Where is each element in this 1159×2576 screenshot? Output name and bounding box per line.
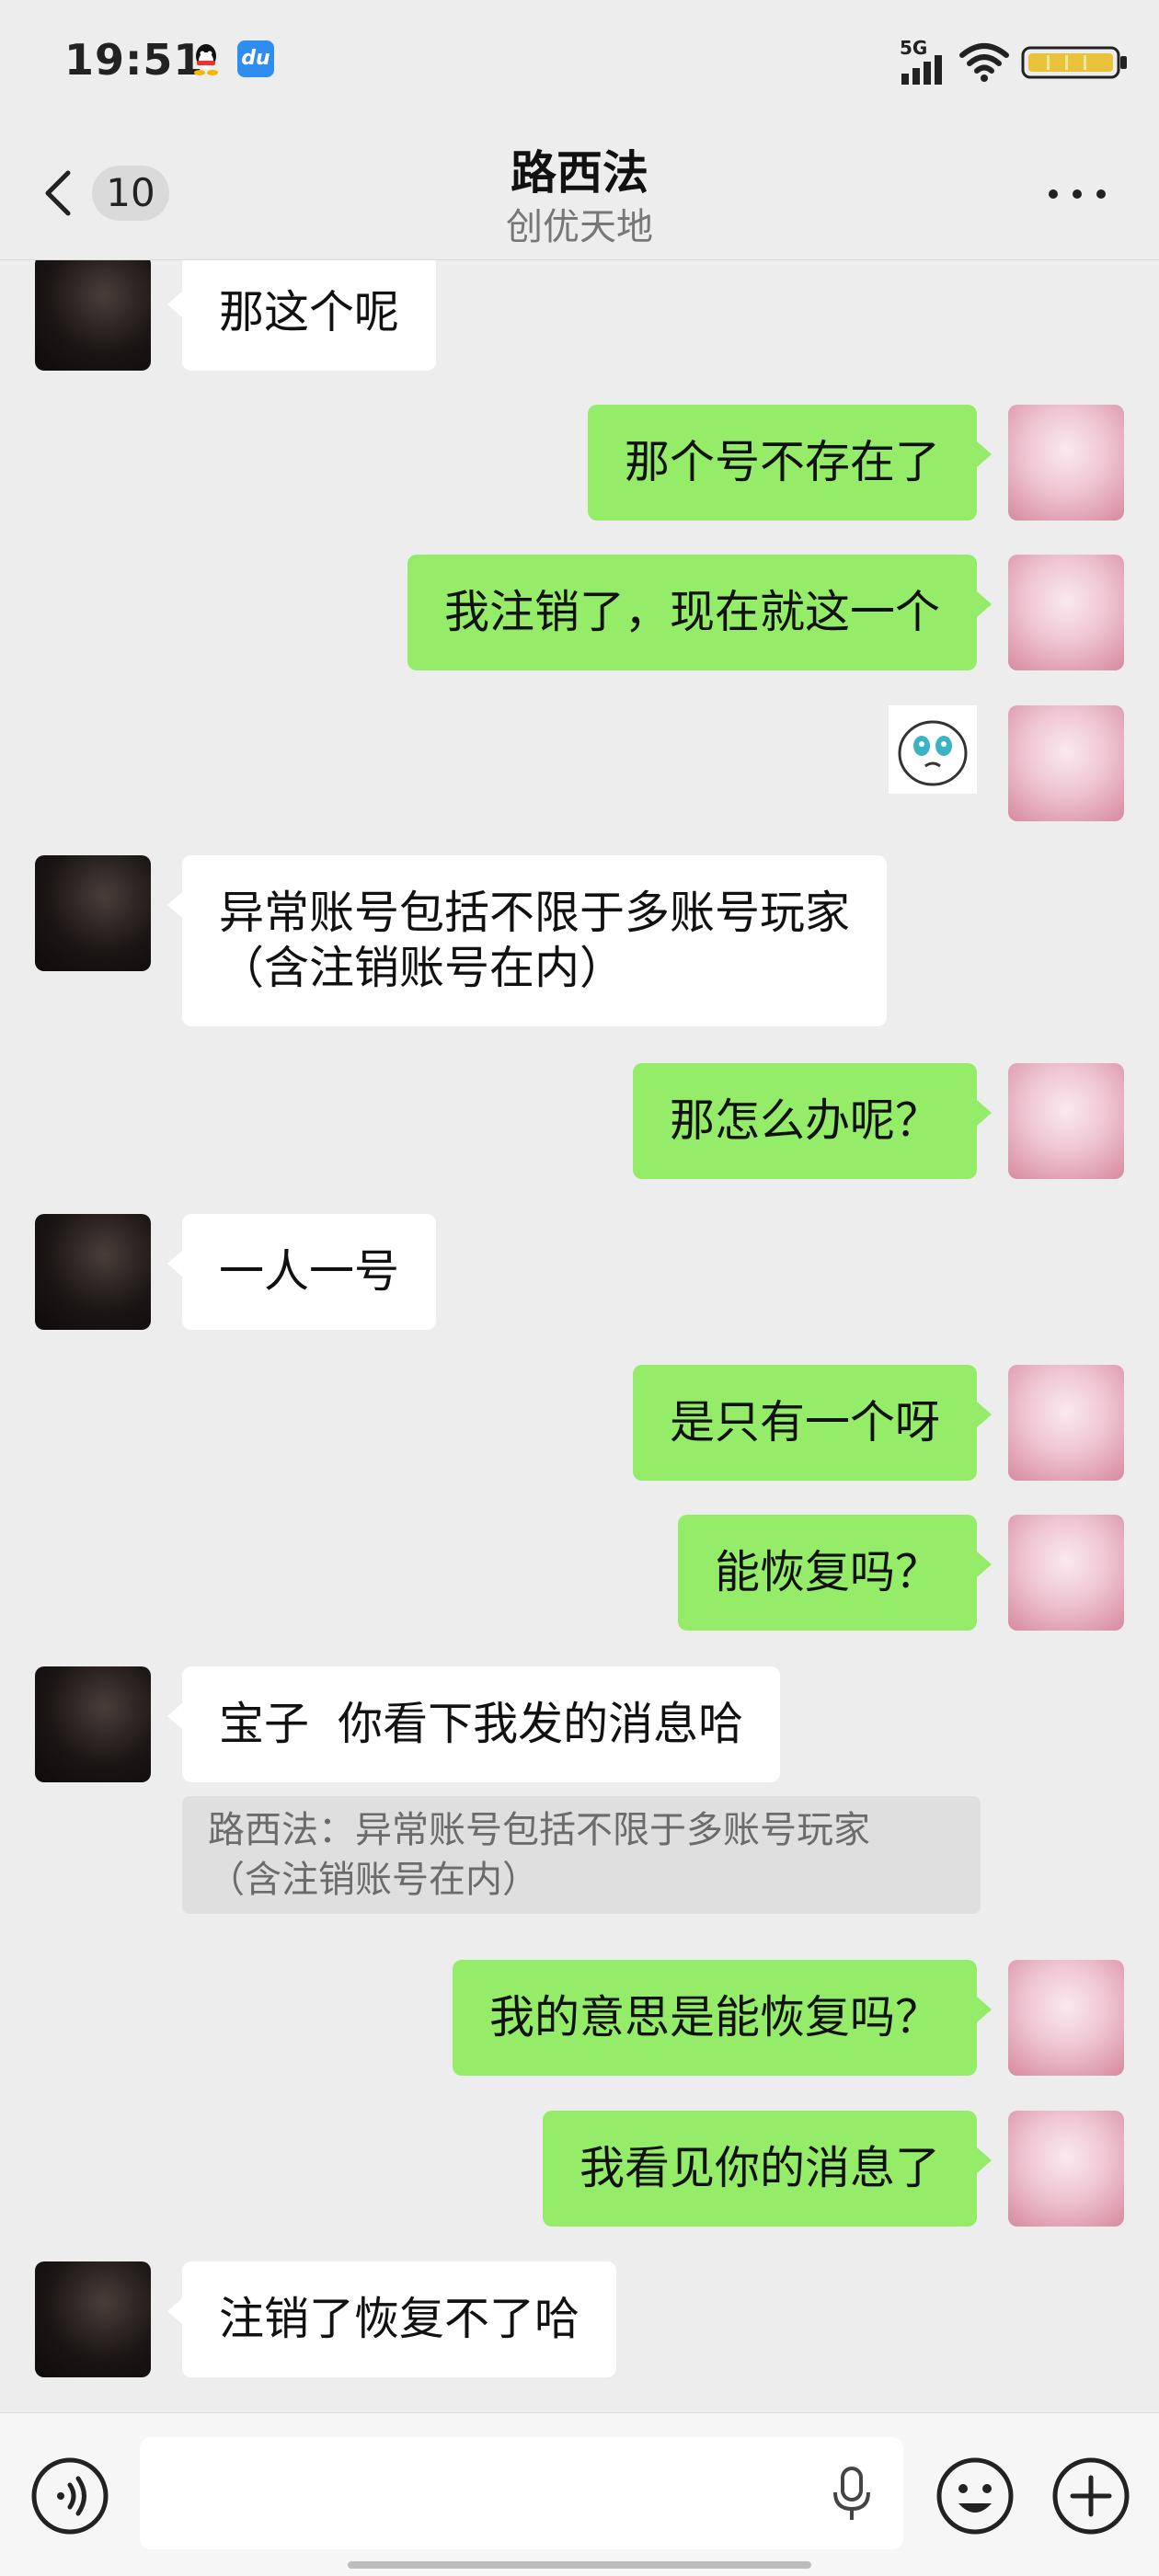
my-avatar[interactable] xyxy=(1008,1515,1124,1631)
message-list[interactable]: 那这个呢 那个号不存在了 我注销了，现在就这一个 异常账号包括不限于多账号玩家 … xyxy=(0,260,1159,2412)
baidu-icon: du xyxy=(237,40,274,77)
chat-title: 路西法 xyxy=(511,146,648,200)
plus-button[interactable] xyxy=(1050,2456,1131,2540)
message-bubble-sent[interactable]: 那怎么办呢？ xyxy=(632,1063,993,1179)
crying-face-sticker[interactable] xyxy=(889,705,977,794)
chat-subtitle: 创优天地 xyxy=(506,206,653,248)
message-bubble-received[interactable]: 那这个呢 xyxy=(166,260,437,371)
my-avatar[interactable] xyxy=(1008,555,1124,670)
contact-avatar[interactable] xyxy=(35,2261,151,2377)
contact-avatar[interactable] xyxy=(35,855,151,971)
more-dots-icon xyxy=(1049,189,1058,199)
wifi-icon xyxy=(959,43,1009,82)
message-bubble-received[interactable]: 宝子 你看下我发的消息哈 xyxy=(166,1666,781,1782)
my-avatar[interactable] xyxy=(1008,705,1124,821)
message-bubble-sent[interactable]: 能恢复吗？ xyxy=(677,1515,993,1631)
my-avatar[interactable] xyxy=(1008,405,1124,521)
battery-icon xyxy=(1021,46,1127,79)
contact-avatar[interactable] xyxy=(35,260,151,371)
input-bar xyxy=(0,2412,1159,2576)
emoji-icon xyxy=(936,2457,1014,2535)
status-bar: 19:51 du 5G xyxy=(0,0,1159,129)
message-bubble-received[interactable]: 异常账号包括不限于多账号玩家 （含注销账号在内） xyxy=(166,855,888,1026)
message-bubble-received[interactable]: 一人一号 xyxy=(166,1214,437,1330)
emoji-button[interactable] xyxy=(935,2456,1016,2540)
contact-avatar[interactable] xyxy=(35,1666,151,1782)
my-avatar[interactable] xyxy=(1008,1960,1124,2076)
more-options-button[interactable] xyxy=(1049,180,1107,208)
message-bubble-sent[interactable]: 我看见你的消息了 xyxy=(542,2111,993,2227)
message-bubble-sent[interactable]: 是只有一个呀 xyxy=(632,1365,993,1481)
qq-icon xyxy=(188,40,224,77)
message-bubble-sent[interactable]: 我的意思是能恢复吗？ xyxy=(452,1960,993,2076)
message-bubble-received[interactable]: 注销了恢复不了哈 xyxy=(166,2261,617,2377)
signal-icon xyxy=(901,55,942,85)
quoted-message[interactable]: 路西法：异常账号包括不限于多账号玩家 （含注销账号在内） xyxy=(182,1796,981,1914)
my-avatar[interactable] xyxy=(1008,2111,1124,2227)
microphone-icon[interactable] xyxy=(826,2465,878,2527)
voice-icon xyxy=(31,2457,109,2535)
message-bubble-sent[interactable]: 那个号不存在了 xyxy=(587,405,993,521)
message-input[interactable] xyxy=(140,2437,903,2549)
my-avatar[interactable] xyxy=(1008,1063,1124,1179)
chat-header: 10 路西法 创优天地 xyxy=(0,129,1159,260)
home-indicator[interactable] xyxy=(348,2561,811,2569)
status-time: 19:51 xyxy=(64,35,204,85)
plus-icon xyxy=(1052,2457,1130,2535)
contact-avatar[interactable] xyxy=(35,1214,151,1330)
voice-button[interactable] xyxy=(29,2456,110,2540)
message-bubble-sent[interactable]: 我注销了，现在就这一个 xyxy=(407,555,993,670)
my-avatar[interactable] xyxy=(1008,1365,1124,1481)
